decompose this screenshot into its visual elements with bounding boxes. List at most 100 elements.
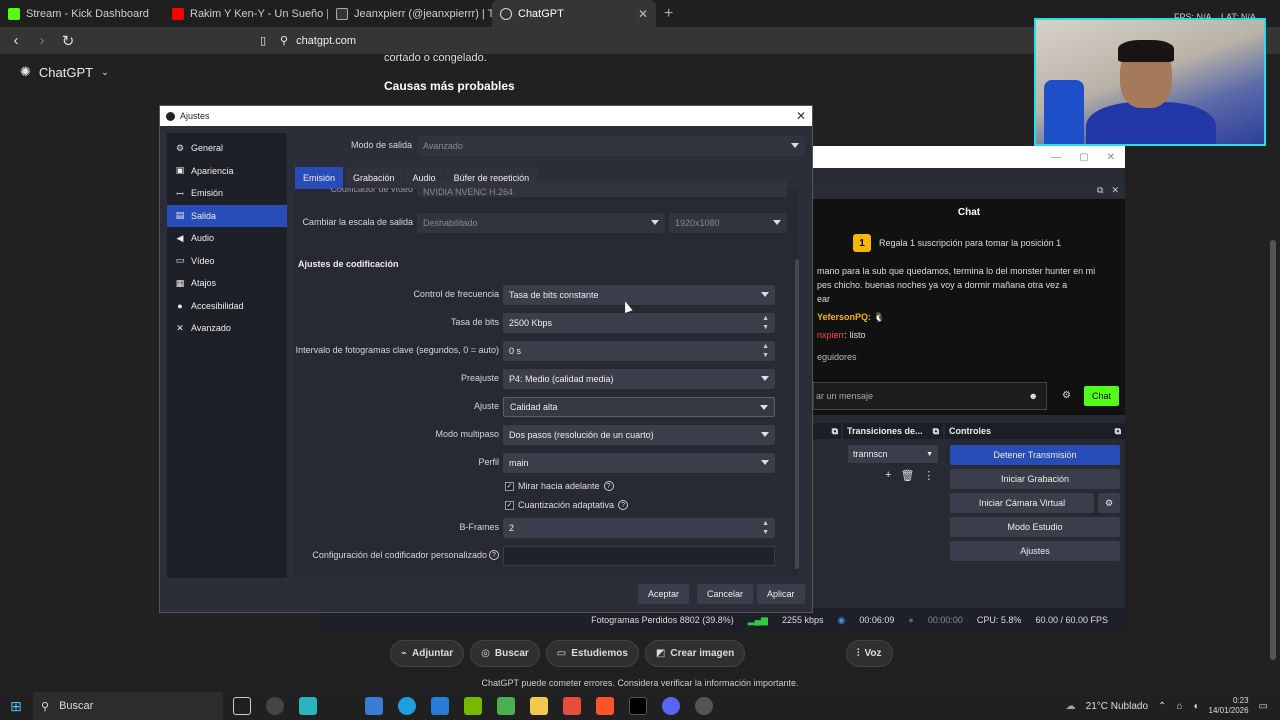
sidebar-item-audio[interactable]: ◀ Audio	[167, 227, 287, 250]
nvidia-icon[interactable]	[464, 697, 482, 715]
sidebar-item-video[interactable]: ▭ Vídeo	[167, 250, 287, 273]
profile-select[interactable]: main	[503, 453, 775, 473]
help-icon[interactable]: ?	[489, 550, 499, 560]
sidebar-item-hotkeys[interactable]: ▦ Atajos	[167, 272, 287, 295]
sidebar-item-advanced[interactable]: ✕ Avanzado	[167, 317, 287, 340]
sidebar-item-accessibility[interactable]: ● Accesibilidad	[167, 295, 287, 318]
emoji-icon[interactable]: ☻	[1029, 391, 1038, 401]
dock-close-icon[interactable]: ✕	[1111, 185, 1119, 199]
maximize-icon[interactable]: ▢	[1079, 152, 1088, 163]
x-icon[interactable]	[629, 697, 647, 715]
accept-button[interactable]: Aceptar	[638, 584, 690, 604]
minimize-icon[interactable]: —	[1051, 152, 1061, 163]
tab-recording[interactable]: Grabación	[345, 167, 403, 189]
settings-button[interactable]: Ajustes	[950, 541, 1120, 561]
obs-studio-icon[interactable]	[695, 697, 713, 715]
custom-encoder-input[interactable]	[503, 546, 775, 566]
taskbar-search[interactable]: ⚲ Buscar	[33, 692, 223, 720]
undock-icon[interactable]: ⧉	[832, 426, 838, 437]
spin-down-icon[interactable]: ▼	[762, 352, 769, 359]
obs-app-icon[interactable]	[266, 697, 284, 715]
voice-button[interactable]: ⫶ Voz	[846, 640, 893, 667]
spin-down-icon[interactable]: ▼	[762, 324, 769, 331]
spin-up-icon[interactable]: ▲	[762, 343, 769, 350]
tab-youtube[interactable]: Rakim Y Ken-Y - Un Sueño | Garg	[164, 0, 328, 27]
cancel-button[interactable]: Cancelar	[697, 584, 754, 604]
chat-settings-icon[interactable]: ⚙	[1062, 390, 1071, 401]
sidebar-item-output[interactable]: ▤ Salida	[167, 204, 287, 227]
studio-mode-button[interactable]: Modo Estudio	[950, 517, 1120, 537]
tab-kick[interactable]: Stream - Kick Dashboard	[0, 0, 164, 27]
spin-down-icon[interactable]: ▼	[762, 529, 769, 536]
sidebar-item-general[interactable]: ⚙ General	[167, 137, 287, 160]
spin-up-icon[interactable]: ▲	[762, 315, 769, 322]
app-icon[interactable]	[299, 697, 317, 715]
forward-icon[interactable]: ›	[32, 32, 52, 49]
weather-text[interactable]: 21°C Nublado	[1086, 701, 1148, 712]
undock-icon[interactable]: ⧉	[1115, 426, 1121, 437]
discord-icon[interactable]	[662, 697, 680, 715]
bookmark-icon[interactable]: ▯	[260, 34, 266, 47]
clock[interactable]: 0:23 14/01/2026	[1209, 696, 1249, 716]
preset-select[interactable]: P4: Medio (calidad media)	[503, 369, 775, 389]
task-view-icon[interactable]	[233, 697, 251, 715]
tab-stream[interactable]: Emisión	[295, 167, 344, 189]
tab-tiktok[interactable]: Jeanxpierr (@jeanxpierrr) | TikTok	[328, 0, 492, 27]
app-icon[interactable]	[563, 697, 581, 715]
rate-control-select[interactable]: Tasa de bits constante	[503, 285, 775, 305]
keyframe-interval-spinbox[interactable]: 0 s ▲ ▼	[503, 341, 775, 361]
virtual-camera-button[interactable]: Iniciar Cámara Virtual	[950, 493, 1094, 513]
notification-icon[interactable]: ▭	[1259, 701, 1268, 712]
search-button[interactable]: ◎ Buscar	[470, 640, 540, 667]
tab-chatgpt[interactable]: ChatGPT ✕	[492, 0, 656, 27]
close-icon[interactable]: ✕	[796, 109, 806, 123]
transition-select[interactable]: trannscn ▼	[848, 445, 938, 463]
chat-send-button[interactable]: Chat	[1084, 386, 1119, 406]
spin-up-icon[interactable]: ▲	[762, 520, 769, 527]
rescale-select[interactable]: Deshabilitado	[417, 213, 665, 233]
study-button[interactable]: ▭ Estudiemos	[545, 640, 639, 667]
create-image-button[interactable]: ◩ Crear imagen	[644, 640, 746, 667]
sidebar-item-appearance[interactable]: ▣ Apariencia	[167, 160, 287, 183]
adaptive-quantization-checkbox[interactable]: ✓ Cuantización adaptativa?	[505, 500, 629, 510]
output-mode-select[interactable]: Avanzado	[417, 136, 805, 156]
chat-input[interactable]: ar un mensaje ☻	[813, 382, 1047, 410]
encoder-select[interactable]: NVIDIA NVENC H.264	[417, 181, 787, 197]
mail-icon[interactable]	[431, 697, 449, 715]
rescale-resolution-select[interactable]: 1920x1080	[669, 213, 787, 233]
windows-start-icon[interactable]: ⊞	[10, 698, 22, 715]
weather-icon[interactable]: ☁	[1066, 701, 1076, 712]
trash-icon[interactable]: 🗑	[900, 469, 914, 482]
brave-icon[interactable]	[596, 697, 614, 715]
settings-scrollbar[interactable]	[795, 259, 799, 569]
undock-icon[interactable]: ⧉	[1097, 185, 1103, 199]
tray-chevron-icon[interactable]: ⌃	[1158, 701, 1166, 712]
store-icon[interactable]	[365, 697, 383, 715]
start-recording-button[interactable]: Iniciar Grabación	[950, 469, 1120, 489]
app-icon[interactable]	[497, 697, 515, 715]
tuning-select[interactable]: Calidad alta	[503, 397, 775, 417]
help-icon[interactable]: ?	[603, 481, 614, 491]
url-field[interactable]: ▯ ⚲ chatgpt.com	[260, 31, 1000, 50]
close-icon[interactable]: ✕	[1107, 152, 1115, 163]
bframes-spinbox[interactable]: 2 ▲ ▼	[503, 518, 775, 538]
reload-icon[interactable]: ↻	[58, 32, 78, 50]
multipass-select[interactable]: Dos pasos (resolución de un cuarto)	[503, 425, 775, 445]
help-icon[interactable]: ?	[618, 500, 629, 510]
apply-button[interactable]: Aplicar	[757, 584, 805, 604]
virtual-camera-settings-icon[interactable]: ⚙	[1098, 493, 1120, 513]
close-tab-icon[interactable]: ✕	[638, 7, 648, 21]
chat-username[interactable]: nxpierr	[817, 330, 845, 340]
volume-icon[interactable]: ◖	[1192, 701, 1198, 712]
site-info-icon[interactable]: ⚲	[280, 34, 288, 47]
add-icon[interactable]: +	[885, 469, 891, 482]
sidebar-item-stream[interactable]: ꟷ Emisión	[167, 182, 287, 205]
more-icon[interactable]: ⋮	[923, 469, 934, 482]
chatgpt-model-selector[interactable]: ✺ ChatGPT ⌄	[20, 64, 109, 80]
undock-icon[interactable]: ⧉	[933, 426, 939, 437]
lookahead-checkbox[interactable]: ✓ Mirar hacia adelante?	[505, 481, 614, 491]
attach-button[interactable]: ⌁ Adjuntar	[390, 640, 465, 667]
edge-icon[interactable]	[398, 697, 416, 715]
stop-stream-button[interactable]: Detener Transmisión	[950, 445, 1120, 465]
chat-username[interactable]: YefersonPQ:	[817, 312, 871, 322]
